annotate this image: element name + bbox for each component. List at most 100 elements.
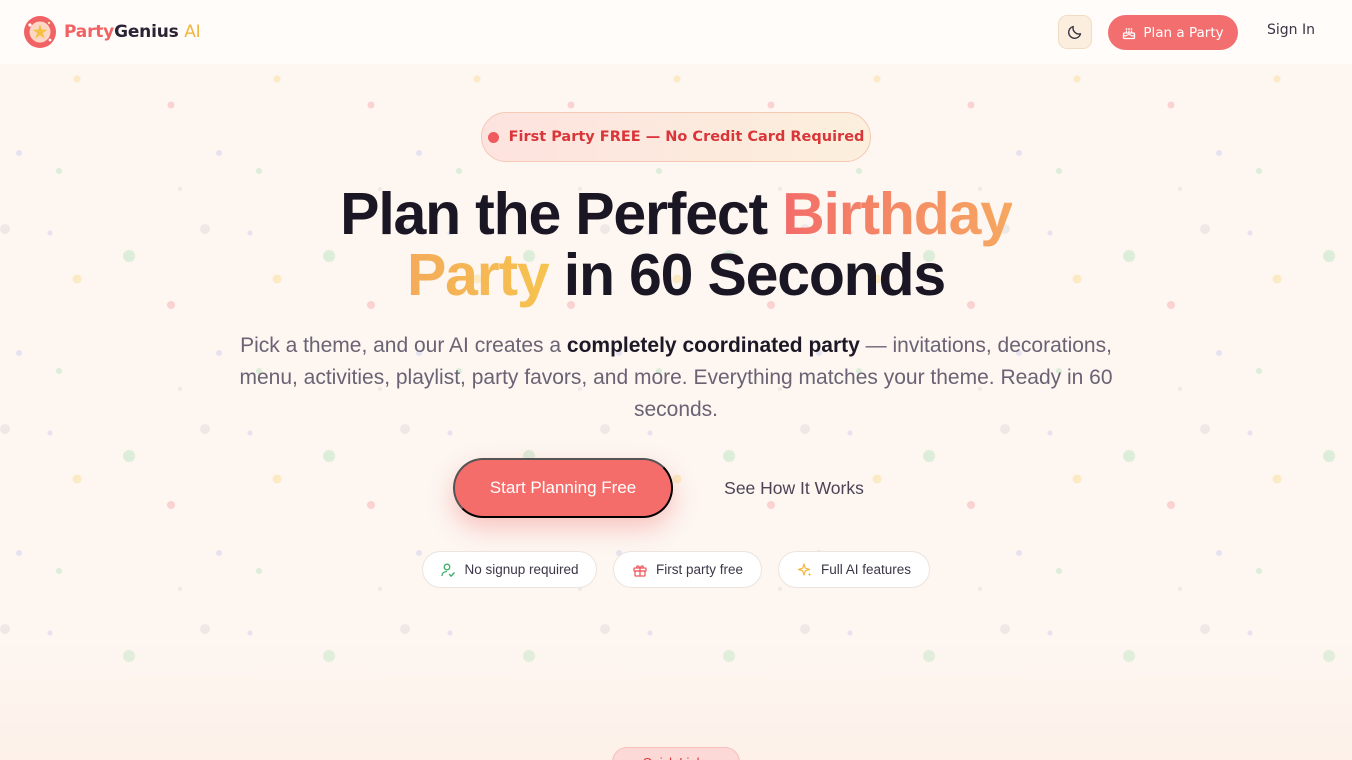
confetti-dot — [0, 624, 10, 634]
confetti-dot — [1256, 168, 1262, 174]
confetti-dot — [256, 168, 262, 174]
confetti-dot — [47, 430, 53, 436]
confetti-dot — [456, 168, 462, 174]
brand-name-genius: Genius — [114, 22, 179, 42]
confetti-dot — [1047, 430, 1053, 436]
confetti-dot — [47, 630, 53, 636]
confetti-dot — [216, 150, 222, 156]
confetti-dot — [1200, 624, 1210, 634]
cake-icon — [1123, 27, 1136, 39]
headline-part2: in 60 Seconds — [548, 242, 946, 308]
confetti-dot — [16, 350, 22, 356]
confetti-dot — [923, 450, 935, 462]
top-nav: PartyGenius AI Plan a Party Sign In — [0, 0, 1352, 64]
confetti-dot — [416, 150, 422, 156]
confetti-dot — [1216, 550, 1222, 556]
start-planning-button[interactable]: Start Planning Free — [453, 458, 673, 518]
see-how-it-works-link[interactable]: See How It Works — [710, 474, 878, 502]
confetti-dot — [416, 550, 422, 556]
confetti-dot — [1167, 501, 1175, 509]
confetti-dot — [323, 450, 335, 462]
confetti-dot — [1073, 75, 1081, 83]
confetti-dot — [856, 168, 862, 174]
user-check-icon — [441, 563, 456, 577]
confetti-dot — [1016, 150, 1022, 156]
brand-name: PartyGenius AI — [64, 22, 201, 42]
plan-party-nav-label: Plan a Party — [1143, 24, 1224, 41]
confetti-dot — [1167, 101, 1175, 109]
confetti-dot — [1047, 630, 1053, 636]
confetti-dot — [56, 168, 62, 174]
confetti-dot — [72, 474, 82, 484]
confetti-dot — [1273, 75, 1281, 83]
confetti-dot — [167, 501, 175, 509]
confetti-dot — [47, 230, 53, 236]
confetti-dot — [778, 587, 782, 591]
confetti-dot — [56, 568, 62, 574]
confetti-dot — [1256, 568, 1262, 574]
confetti-dot — [273, 75, 281, 83]
gift-icon — [633, 564, 647, 577]
confetti-dot — [1247, 630, 1253, 636]
badge-dot-icon — [487, 131, 499, 143]
confetti-dot — [167, 101, 175, 109]
sign-in-link[interactable]: Sign In — [1254, 22, 1328, 42]
confetti-dot — [978, 587, 982, 591]
confetti-dot — [1178, 587, 1182, 591]
confetti-dot — [1178, 187, 1182, 191]
confetti-dot — [0, 224, 10, 234]
hero-headline: Plan the Perfect Birthday Party in 60 Se… — [176, 184, 1176, 306]
feature-label: Full AI features — [820, 562, 912, 577]
confetti-dot — [256, 568, 262, 574]
sparkle-icon — [797, 562, 812, 576]
theme-toggle-button[interactable] — [1058, 15, 1092, 49]
confetti-dot — [1247, 430, 1253, 436]
confetti-dot — [1200, 224, 1210, 234]
brand-name-party: Party — [64, 22, 115, 42]
confetti-dot — [1256, 368, 1262, 374]
confetti-dot — [73, 75, 81, 83]
confetti-dot — [1323, 450, 1335, 462]
feature-label: First party free — [655, 562, 744, 577]
confetti-dot — [767, 101, 775, 109]
confetti-dot — [367, 101, 375, 109]
confetti-dot — [178, 387, 182, 391]
feature-label: No signup required — [464, 562, 579, 577]
confetti-dot — [723, 450, 735, 462]
confetti-dot — [1247, 230, 1253, 236]
confetti-dot — [1072, 474, 1082, 484]
confetti-dot — [1123, 450, 1135, 462]
confetti-dot — [167, 301, 175, 309]
plan-party-nav-button[interactable]: Plan a Party — [1108, 15, 1238, 50]
confetti-dot — [1272, 274, 1282, 284]
subheadline-part1: Pick a theme, and our AI creates a — [240, 334, 567, 357]
confetti-dot — [200, 424, 210, 434]
confetti-dot — [1216, 350, 1222, 356]
headline-highlight-birthday: Birthday — [782, 181, 1013, 247]
confetti-dot — [647, 430, 653, 436]
confetti-dot — [0, 424, 10, 434]
confetti-dot — [1323, 250, 1335, 262]
confetti-dot — [767, 501, 775, 509]
headline-highlight-party: Party — [407, 242, 550, 308]
confetti-dot — [178, 587, 182, 591]
confetti-dot — [378, 587, 382, 591]
badge-text: First Party FREE — No Credit Card Requir… — [508, 129, 865, 145]
moon-icon — [1067, 25, 1082, 40]
confetti-dot — [673, 75, 681, 83]
confetti-dot — [1216, 150, 1222, 156]
confetti-dot — [967, 101, 975, 109]
confetti-dot — [873, 75, 881, 83]
confetti-dot — [1272, 474, 1282, 484]
confetti-dot — [847, 430, 853, 436]
confetti-dot — [447, 630, 453, 636]
confetti-dot — [567, 101, 575, 109]
feature-pill-no-signup: No signup required — [422, 551, 597, 588]
next-section-badge: Quick Links — [612, 747, 740, 760]
confetti-dot — [967, 501, 975, 509]
confetti-dot — [1200, 424, 1210, 434]
subheadline-bold: completely coordinated party — [566, 334, 860, 357]
party-popper-icon — [24, 16, 56, 48]
confetti-dot — [447, 430, 453, 436]
brand-logo[interactable]: PartyGenius AI — [24, 16, 201, 48]
